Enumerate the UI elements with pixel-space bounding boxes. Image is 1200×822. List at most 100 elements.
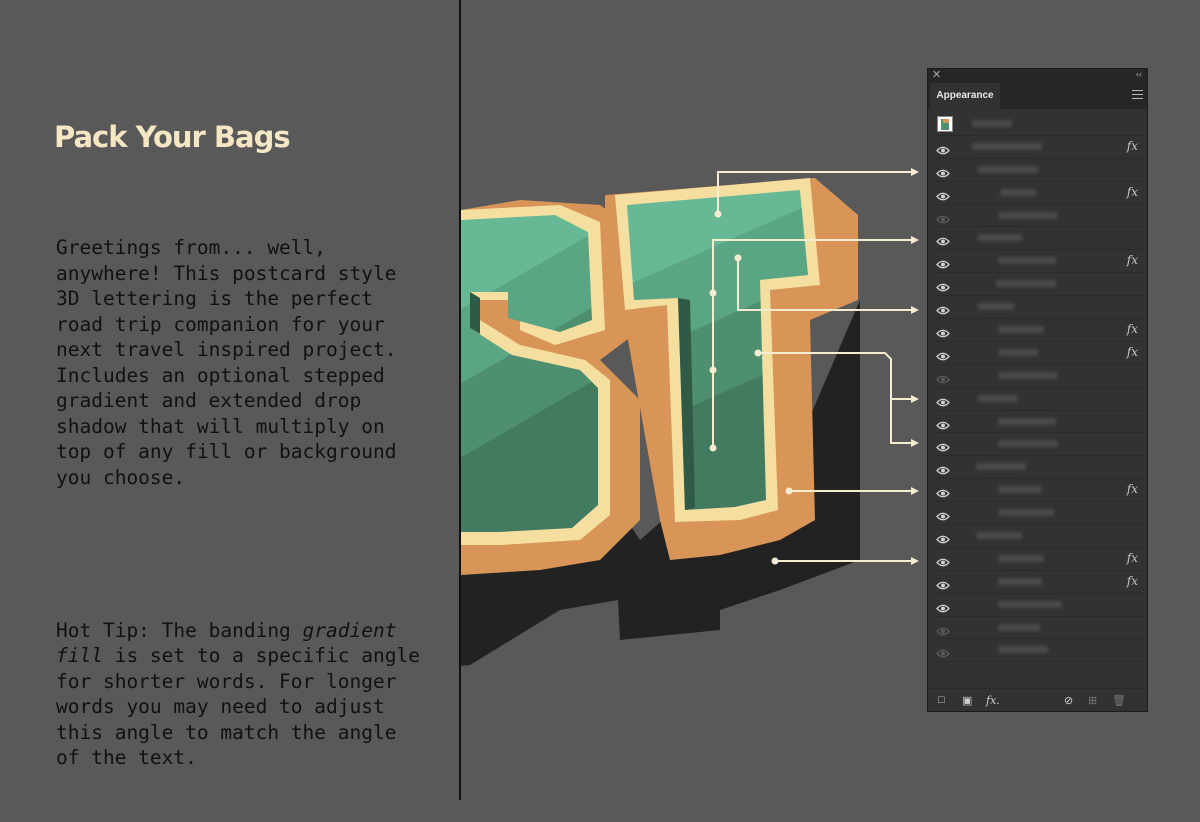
visibility-eye-icon[interactable] (936, 531, 950, 544)
description-text: Greetings from... well, anywhere! This p… (56, 184, 426, 822)
blurred-attribute-label (998, 417, 1056, 425)
appearance-row[interactable] (932, 594, 1143, 617)
close-icon[interactable]: ✕ (932, 68, 941, 81)
visibility-eye-icon[interactable] (936, 302, 950, 315)
visibility-eye-icon[interactable] (936, 645, 950, 658)
blurred-attribute-label (998, 440, 1058, 448)
appearance-row[interactable]: fx (932, 250, 1143, 274)
add-effect-icon[interactable]: fx. (986, 694, 1000, 707)
clear-appearance-icon[interactable]: ⊘ (1064, 694, 1073, 707)
visibility-eye-icon[interactable] (936, 371, 950, 384)
tip-text-start: The banding (149, 618, 303, 642)
visibility-eye-icon[interactable] (936, 325, 950, 338)
collapse-icon[interactable]: ‹‹ (1136, 69, 1142, 79)
object-thumbnail (937, 116, 953, 132)
tab-appearance[interactable]: Appearance (930, 83, 1000, 109)
appearance-row[interactable] (932, 639, 1143, 663)
page-title: Pack Your Bags (54, 120, 291, 154)
blurred-attribute-label (998, 211, 1058, 219)
description-panel: Pack Your Bags Greetings from... well, a… (0, 0, 459, 800)
appearance-row[interactable] (932, 113, 1143, 136)
appearance-row[interactable] (932, 433, 1143, 457)
appearance-row[interactable]: fx (932, 571, 1143, 594)
appearance-row[interactable] (932, 456, 1143, 480)
visibility-eye-icon[interactable] (936, 577, 950, 590)
visibility-eye-icon[interactable] (936, 256, 950, 269)
visibility-eye-icon[interactable] (936, 462, 950, 475)
appearance-row[interactable] (932, 365, 1143, 388)
appearance-row[interactable]: fx (932, 319, 1143, 342)
duplicate-item-icon[interactable]: ⊞ (1088, 694, 1097, 707)
tip-text-end: is set to a specific angle for shorter w… (56, 644, 432, 769)
fx-icon[interactable]: fx (1127, 253, 1138, 267)
visibility-eye-icon[interactable] (936, 600, 950, 613)
blurred-attribute-label (978, 303, 1014, 311)
blurred-attribute-label (978, 394, 1018, 402)
appearance-row[interactable]: fx (932, 342, 1143, 365)
blurred-attribute-label (976, 532, 1022, 540)
panel-footer: □ ▣ fx. ⊘ ⊞ 🗑 (928, 688, 1147, 711)
blurred-attribute-label (998, 509, 1054, 517)
visibility-eye-icon[interactable] (936, 188, 950, 201)
appearance-rows: fx fx fx fx fx fx fx fx (932, 113, 1143, 663)
visibility-eye-icon[interactable] (936, 394, 950, 407)
blurred-attribute-label (998, 486, 1042, 494)
appearance-row[interactable] (932, 411, 1143, 434)
visibility-eye-icon[interactable] (936, 439, 950, 452)
visibility-eye-icon[interactable] (936, 233, 950, 246)
visibility-eye-icon[interactable] (936, 165, 950, 178)
appearance-row[interactable] (932, 159, 1143, 182)
fx-icon[interactable]: fx (1127, 345, 1138, 359)
blurred-attribute-label (996, 280, 1056, 288)
blurred-attribute-label (998, 257, 1056, 265)
appearance-row[interactable] (932, 227, 1143, 251)
appearance-row[interactable]: fx (932, 548, 1143, 571)
blurred-attribute-label (976, 463, 1026, 471)
fx-icon[interactable]: fx (1127, 482, 1138, 496)
blurred-attribute-label (998, 348, 1038, 356)
appearance-row[interactable] (932, 525, 1143, 548)
add-stroke-icon[interactable]: □ (938, 694, 945, 706)
tip-label: Hot Tip: (56, 618, 150, 642)
visibility-eye-icon[interactable] (936, 348, 950, 361)
blurred-attribute-label (998, 600, 1062, 608)
tip-paragraph: Hot Tip: The banding gradient fill is se… (56, 618, 426, 771)
blurred-attribute-label (972, 142, 1042, 150)
appearance-row[interactable]: fx (932, 182, 1143, 205)
appearance-row[interactable] (932, 273, 1143, 297)
panel-tabbar: Appearance (928, 83, 1147, 109)
appearance-row[interactable] (932, 205, 1143, 228)
blurred-attribute-label (1000, 188, 1036, 196)
blurred-attribute-label (978, 165, 1038, 173)
add-fill-icon[interactable]: ▣ (962, 694, 972, 707)
panel-titlebar: ✕ ‹‹ (928, 69, 1147, 83)
blurred-attribute-label (972, 120, 1012, 127)
visibility-eye-icon[interactable] (936, 485, 950, 498)
panel-menu-icon[interactable] (1132, 90, 1143, 99)
blurred-attribute-label (998, 623, 1040, 631)
delete-item-icon[interactable]: 🗑 (1112, 694, 1126, 707)
letter-s-inner-shadow (470, 292, 480, 334)
appearance-row[interactable]: fx (932, 479, 1143, 503)
fx-icon[interactable]: fx (1127, 322, 1138, 336)
appearance-row[interactable]: fx (932, 136, 1143, 159)
blurred-attribute-label (998, 371, 1058, 379)
visibility-eye-icon[interactable] (936, 142, 950, 155)
appearance-row[interactable] (932, 617, 1143, 640)
appearance-row[interactable] (932, 296, 1143, 320)
fx-icon[interactable]: fx (1127, 185, 1138, 199)
visibility-eye-icon[interactable] (936, 417, 950, 429)
visibility-eye-icon[interactable] (936, 508, 950, 521)
intro-paragraph: Greetings from... well, anywhere! This p… (56, 236, 409, 489)
fx-icon[interactable]: fx (1127, 551, 1138, 565)
visibility-eye-icon[interactable] (936, 279, 950, 292)
visibility-eye-icon[interactable] (936, 211, 950, 223)
appearance-panel: ✕ ‹‹ Appearance fx fx fx fx fx fx fx fx □ ▣ fx.… (927, 68, 1148, 712)
appearance-row[interactable] (932, 502, 1143, 526)
visibility-eye-icon[interactable] (936, 623, 950, 635)
appearance-row[interactable] (932, 388, 1143, 411)
fx-icon[interactable]: fx (1127, 139, 1138, 153)
fx-icon[interactable]: fx (1127, 574, 1138, 588)
visibility-eye-icon[interactable] (936, 554, 950, 567)
blurred-attribute-label (998, 577, 1042, 585)
